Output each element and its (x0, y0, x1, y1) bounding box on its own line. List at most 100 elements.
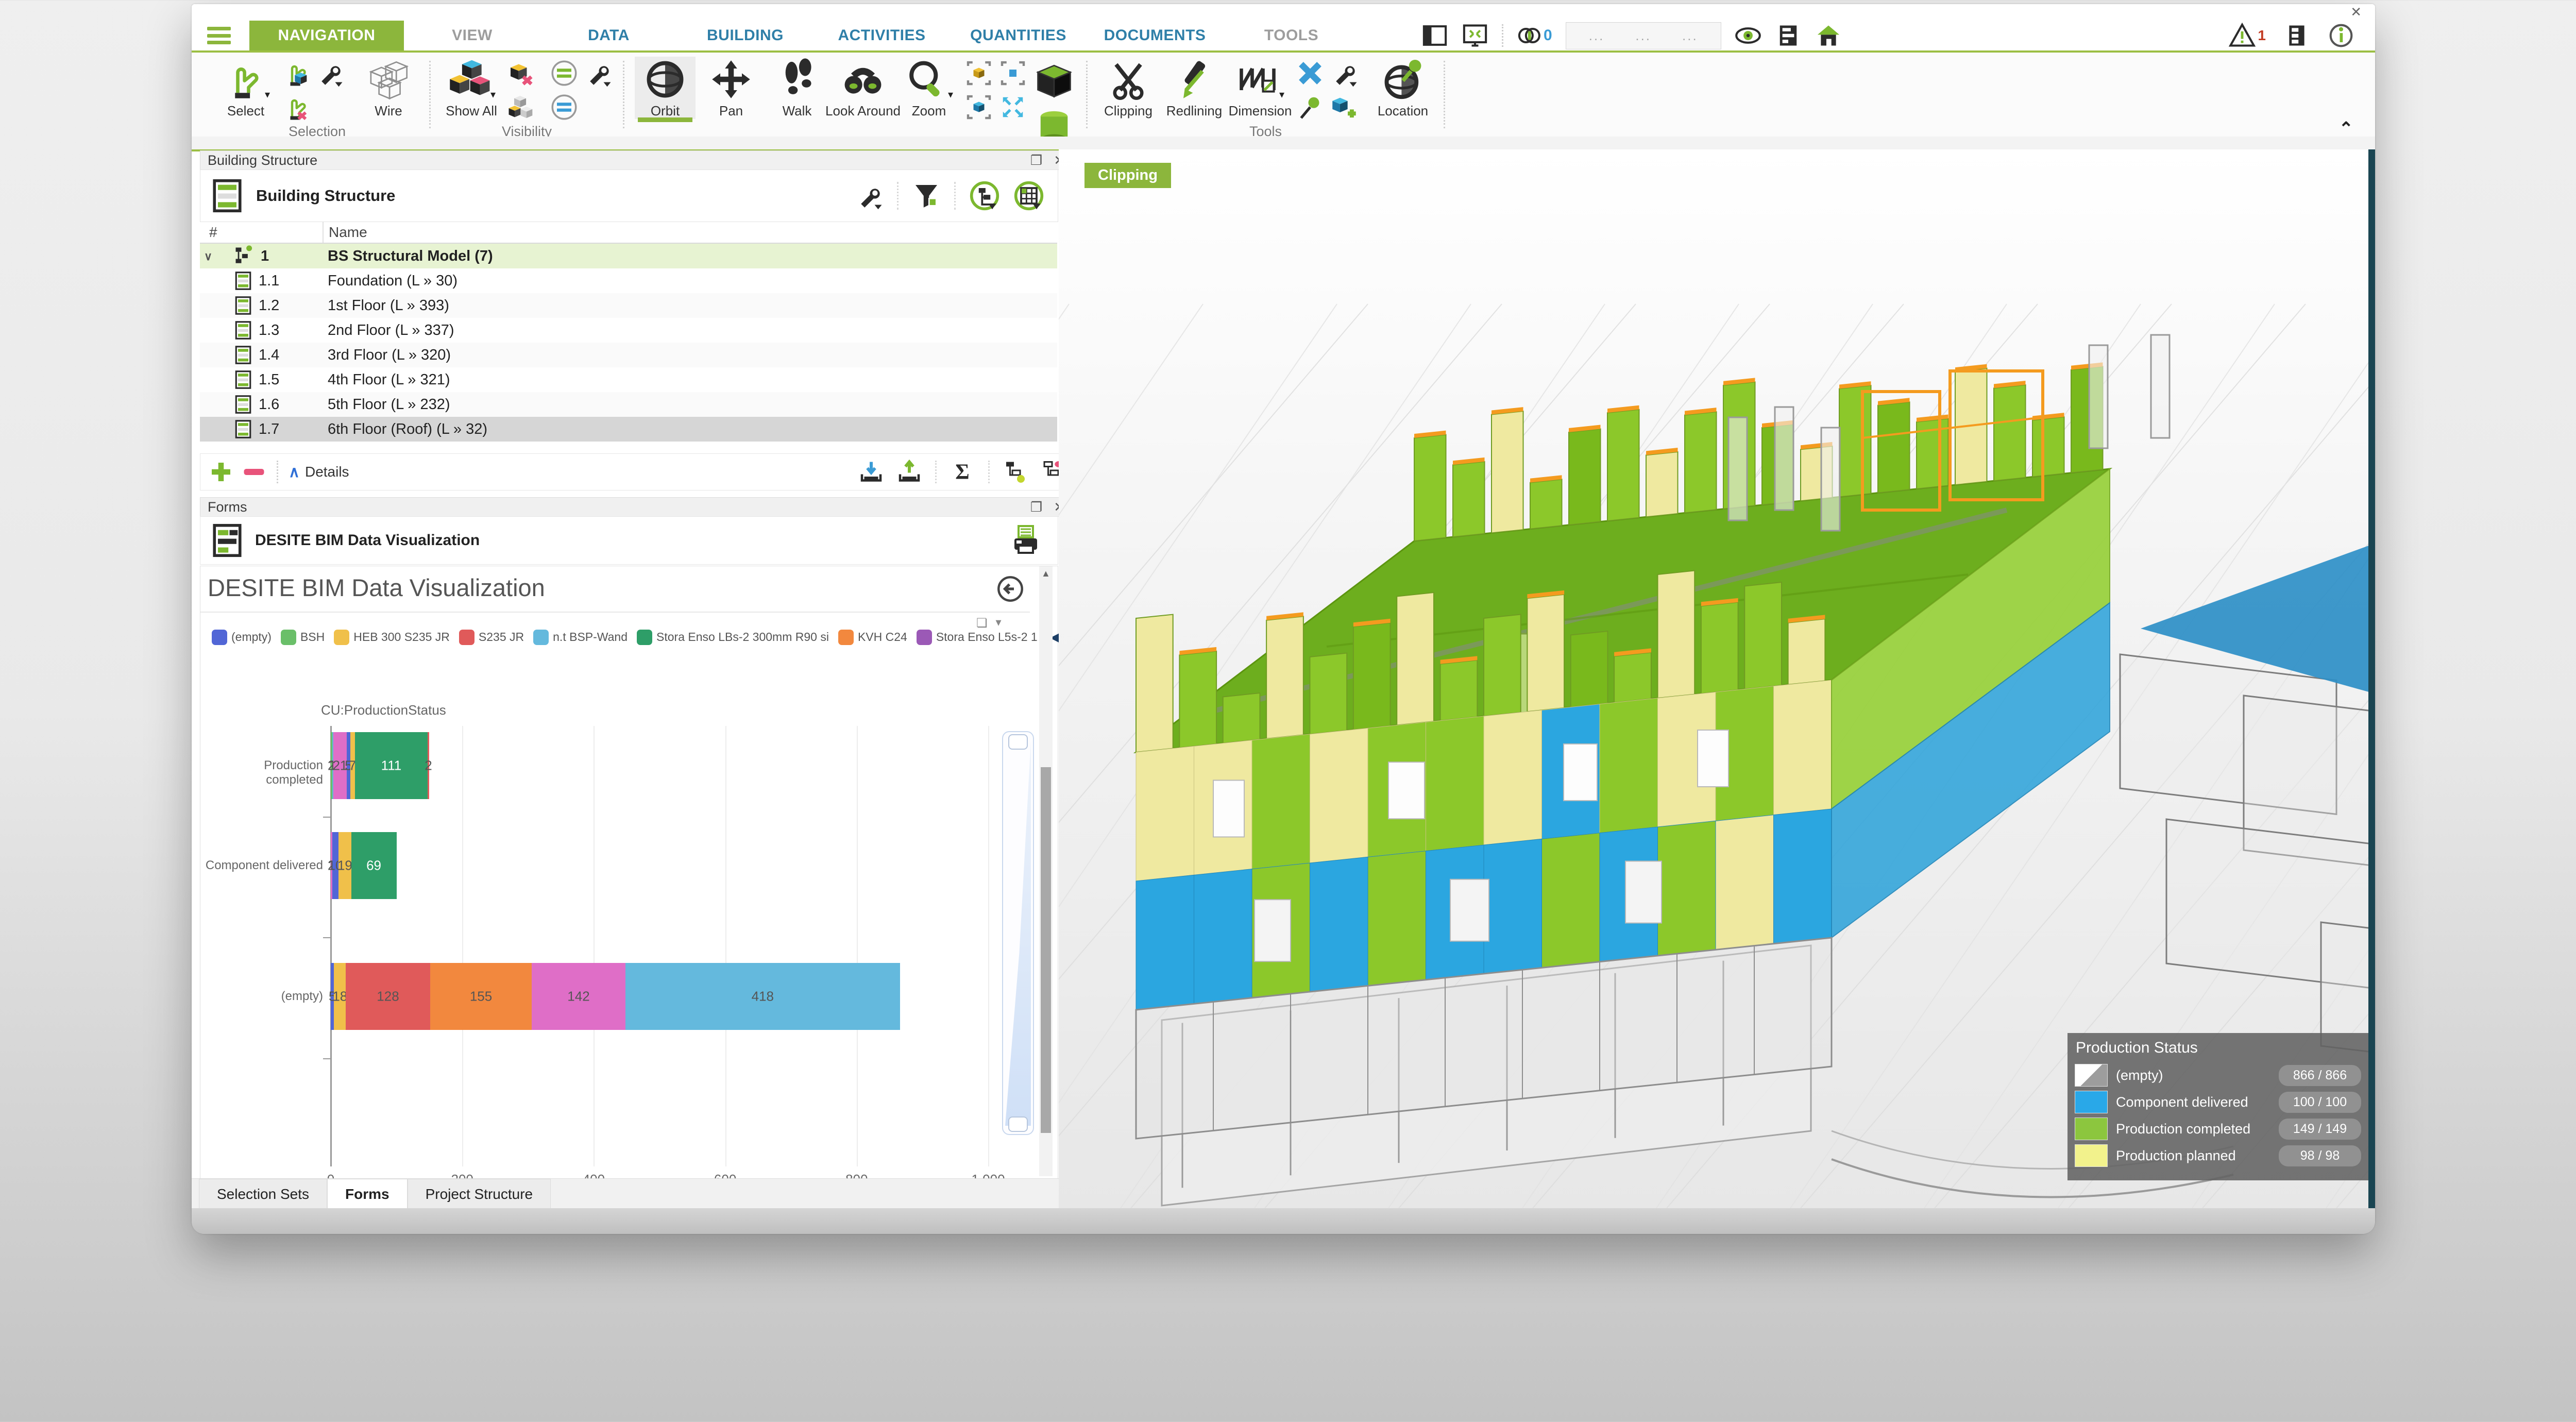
ribbon-tab-activities[interactable]: ACTIVITIES (814, 21, 950, 50)
bar-segment[interactable]: 19 (338, 832, 351, 899)
add-node-icon[interactable] (209, 460, 233, 484)
ribbon-tab-documents[interactable]: DOCUMENTS (1087, 21, 1223, 50)
back-button-icon[interactable] (996, 574, 1025, 603)
table-row[interactable]: 1.5 4th Floor (L » 321) (200, 367, 1057, 392)
hand-x-icon[interactable] (281, 93, 310, 122)
bar-segment[interactable]: 142 (532, 963, 625, 1030)
tool-dimension-button[interactable]: ▾ Dimension (1230, 57, 1291, 119)
tool-location-button[interactable]: Location (1372, 57, 1433, 119)
wrench-caret-icon[interactable] (1330, 59, 1359, 88)
warning-icon[interactable] (2229, 22, 2256, 49)
table-row[interactable]: 1.2 1st Floor (L » 393) (200, 293, 1057, 318)
tab-selection-sets[interactable]: Selection Sets (199, 1179, 327, 1209)
legend-item[interactable]: HEB 300 S235 JR (334, 630, 450, 645)
log-list-icon[interactable] (1775, 22, 1802, 49)
chart-range-slider[interactable] (1002, 731, 1034, 1135)
link-rings-icon[interactable] (1517, 22, 1544, 49)
x-blue-icon[interactable] (1296, 59, 1325, 88)
coordinate-box[interactable]: ......... (1566, 22, 1721, 49)
cube-view-sel-icon[interactable] (1032, 59, 1076, 102)
model-3d-viewport[interactable]: Clipping Production Status (empty) 866 /… (1059, 149, 2375, 1208)
legend-item[interactable]: BSH (281, 630, 325, 645)
tool-zoom-button[interactable]: ▾ Zoom (899, 57, 959, 119)
home-view-icon[interactable] (1815, 22, 1842, 49)
legend-item[interactable]: Stora Enso LBs-2 300mm R90 si (637, 630, 829, 645)
pin-green-icon[interactable] (1296, 93, 1325, 122)
goto-table-icon[interactable] (1013, 180, 1044, 211)
legend-item[interactable]: Stora Enso L5s-2 1 (917, 630, 1038, 645)
about-info-icon[interactable] (2328, 22, 2354, 49)
bar-segment[interactable]: 418 (625, 963, 900, 1030)
bar-segment[interactable]: 111 (355, 732, 428, 799)
arrows-in-icon[interactable] (998, 93, 1027, 122)
hand-cube-icon[interactable] (281, 59, 310, 88)
print-form-icon[interactable] (1009, 524, 1042, 557)
focus-blue-icon[interactable] (964, 93, 993, 122)
table-row[interactable]: 1.6 5th Floor (L » 232) (200, 392, 1057, 417)
structure-settings-icon[interactable] (855, 181, 884, 210)
table-row[interactable]: 1.1 Foundation (L » 30) (200, 268, 1057, 293)
ribbon-tab-quantities[interactable]: QUANTITIES (950, 21, 1087, 50)
circle-blue-icon[interactable] (550, 93, 579, 122)
table-row[interactable]: ∨ 1 BS Structural Model (7) (200, 244, 1057, 268)
tool-clipping-button[interactable]: Clipping (1098, 57, 1159, 119)
bar-segment[interactable]: 7 (350, 732, 355, 799)
message-stack-icon[interactable] (2283, 22, 2310, 49)
bar-segment[interactable]: 2 (428, 732, 429, 799)
bar-segment[interactable]: 18 (334, 963, 346, 1030)
form-view-scrollbar[interactable]: ▲ (1039, 566, 1053, 1176)
float-panel-icon[interactable]: ❐ (1030, 499, 1042, 515)
table-row[interactable]: 1.4 3rd Floor (L » 320) (200, 343, 1057, 367)
caret-down-icon[interactable]: ▾ (996, 616, 1002, 631)
filter-icon[interactable] (912, 181, 941, 210)
details-collapse-icon[interactable]: ∧ (289, 463, 300, 481)
tool-wire-button[interactable]: Wire (358, 57, 419, 119)
remove-node-icon[interactable] (242, 460, 266, 484)
frame-blue-icon[interactable] (998, 59, 1027, 88)
link-add-icon[interactable] (1003, 460, 1028, 484)
circle-green-icon[interactable] (550, 59, 579, 88)
visibility-eye-icon[interactable] (1735, 22, 1761, 49)
export-page-icon[interactable]: ❏ (976, 616, 988, 631)
details-label[interactable]: Details (305, 464, 349, 480)
tab-project-structure[interactable]: Project Structure (408, 1179, 551, 1209)
ribbon-collapse-chevron-icon[interactable]: ⌃ (2339, 118, 2354, 139)
goto-structure-icon[interactable] (969, 180, 1000, 211)
float-panel-icon[interactable]: ❐ (1030, 153, 1042, 168)
scrollbar-thumb[interactable] (1041, 767, 1051, 1133)
ribbon-tab-tools[interactable]: TOOLS (1223, 21, 1360, 50)
window-close-button[interactable]: ✕ (2350, 4, 2362, 20)
export-icon[interactable] (897, 460, 922, 484)
ribbon-tab-data[interactable]: DATA (540, 21, 677, 50)
panel-layout-icon[interactable] (1421, 22, 1448, 49)
table-row[interactable]: 1.7 6th Floor (Roof) (L » 32) (200, 417, 1057, 442)
legend-item[interactable]: (empty) (212, 630, 272, 645)
legend-item[interactable]: n.t BSP-Wand (533, 630, 628, 645)
ribbon-tab-navigation[interactable]: NAVIGATION (249, 21, 404, 50)
ribbon-tab-view[interactable]: VIEW (404, 21, 540, 50)
bar-segment[interactable]: 155 (430, 963, 532, 1030)
ribbon-tab-building[interactable]: BUILDING (677, 21, 814, 50)
wrench-caret-icon[interactable] (584, 59, 613, 88)
forms-list-item[interactable]: DESITE BIM Data Visualization (200, 516, 1058, 565)
import-icon[interactable] (859, 460, 884, 484)
tool-show-all-button[interactable]: ▾ Show All (441, 57, 502, 119)
legend-item[interactable]: S235 JR (459, 630, 524, 645)
hamburger-menu-icon[interactable] (207, 27, 231, 44)
monitor-fit-icon[interactable] (1462, 22, 1488, 49)
cube-add-icon[interactable] (1330, 93, 1359, 122)
tab-forms[interactable]: Forms (327, 1179, 408, 1209)
tool-pan-button[interactable]: Pan (701, 57, 761, 119)
focus-yellow-icon[interactable] (964, 59, 993, 88)
table-row[interactable]: 1.3 2nd Floor (L » 337) (200, 318, 1057, 343)
cubes-gray-icon[interactable] (507, 93, 536, 122)
tool-look-around-button[interactable]: Look Around (833, 57, 893, 119)
cube-hide-icon[interactable] (507, 59, 536, 88)
wrench-caret-icon[interactable] (315, 59, 344, 88)
bar-segment[interactable]: 128 (346, 963, 430, 1030)
tool-redlining-button[interactable]: Redlining (1164, 57, 1225, 119)
tool-select-button[interactable]: ▾ Select (215, 57, 276, 119)
tool-orbit-button[interactable]: Orbit (635, 57, 696, 119)
expand-caret-icon[interactable]: ∨ (204, 250, 212, 263)
bar-segment[interactable]: 69 (351, 832, 397, 899)
